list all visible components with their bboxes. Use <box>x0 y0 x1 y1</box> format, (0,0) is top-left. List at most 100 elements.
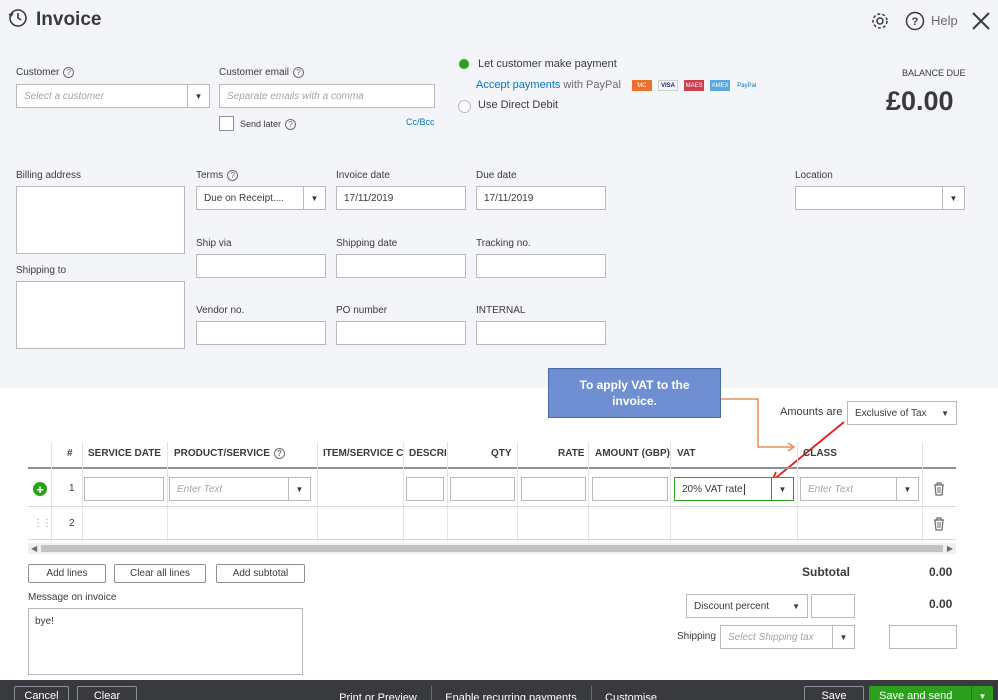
chevron-down-icon: ▼ <box>896 478 918 500</box>
table-row <box>28 507 956 540</box>
customer-email-field[interactable]: Separate emails with a comma <box>219 84 435 108</box>
add-row-icon[interactable]: + <box>33 482 47 496</box>
shipping-label: Shipping <box>677 631 716 642</box>
svg-text:?: ? <box>912 16 919 28</box>
shipping-address-field[interactable] <box>16 281 185 349</box>
trash-icon[interactable] <box>933 482 945 499</box>
chevron-down-icon[interactable]: ▼ <box>971 686 993 700</box>
accept-payments-row: Accept payments with PayPal MC VISA MAES… <box>476 79 756 91</box>
rate-input[interactable] <box>521 477 586 501</box>
po-number-field[interactable] <box>336 321 466 345</box>
scroll-left-icon[interactable]: ◀ <box>31 544 37 553</box>
invoice-date-label: Invoice date <box>336 170 390 181</box>
vat-select[interactable]: 20% VAT rate ▼ <box>674 477 794 501</box>
text-cursor <box>743 483 745 495</box>
description-input[interactable] <box>406 477 444 501</box>
col-description: DESCRI <box>409 448 447 459</box>
info-icon: ? <box>63 67 75 78</box>
col-service-date: SERVICE DATE <box>88 448 161 459</box>
tracking-field[interactable] <box>476 254 606 278</box>
location-select[interactable]: ▼ <box>795 186 965 210</box>
service-date-input[interactable] <box>84 477 164 501</box>
direct-debit-label: Use Direct Debit <box>478 99 559 111</box>
shipping-date-field[interactable] <box>336 254 466 278</box>
scrollbar-thumb[interactable] <box>41 545 943 552</box>
close-icon[interactable] <box>970 10 992 35</box>
customer-label: Customer? <box>16 67 75 78</box>
chevron-down-icon: ▼ <box>832 626 854 648</box>
with-paypal-text: with PayPal <box>560 79 621 91</box>
ship-via-field[interactable] <box>196 254 326 278</box>
cc-bcc-link[interactable]: Cc/Bcc <box>406 117 435 127</box>
discount-value-input[interactable] <box>811 594 855 618</box>
info-icon: ? <box>293 67 305 78</box>
accept-payments-link[interactable]: Accept payments <box>476 79 560 91</box>
clear-button[interactable]: Clear <box>77 686 137 700</box>
shipping-amount-input[interactable] <box>889 625 957 649</box>
message-field[interactable]: bye! <box>28 608 303 675</box>
discount-type-select[interactable]: Discount percent ▼ <box>686 594 808 618</box>
subtotal-label: Subtotal <box>802 565 850 579</box>
customise-link[interactable]: Customise <box>598 688 664 700</box>
direct-debit-radio[interactable] <box>458 100 471 113</box>
help-label[interactable]: Help <box>931 13 958 28</box>
ship-via-label: Ship via <box>196 238 232 249</box>
recurring-payments-link[interactable]: Enable recurring payments <box>436 688 586 700</box>
gear-icon[interactable] <box>870 11 890 34</box>
chevron-down-icon: ▼ <box>303 187 325 209</box>
shipping-date-label: Shipping date <box>336 238 398 249</box>
customer-select[interactable]: Select a customer ▼ <box>16 84 210 108</box>
location-label: Location <box>795 170 833 181</box>
balance-due-label: BALANCE DUE <box>902 68 966 78</box>
chevron-down-icon: ▼ <box>187 85 209 107</box>
product-service-select[interactable]: Enter Text ▼ <box>169 477 311 501</box>
col-qty: QTY <box>491 448 512 459</box>
print-preview-link[interactable]: Print or Preview <box>332 688 424 700</box>
chevron-down-icon: ▼ <box>942 187 964 209</box>
invoice-date-field[interactable]: 17/11/2019 <box>336 186 466 210</box>
info-icon: ? <box>285 119 297 131</box>
col-rate: RATE <box>558 448 585 459</box>
add-subtotal-button[interactable]: Add subtotal <box>216 564 305 583</box>
billing-address-field[interactable] <box>16 186 185 254</box>
amount-input[interactable] <box>592 477 668 501</box>
customer-email-label: Customer email? <box>219 67 305 78</box>
vendor-field[interactable] <box>196 321 326 345</box>
tracking-label: Tracking no. <box>476 238 531 249</box>
chevron-down-icon: ▼ <box>288 478 310 500</box>
divider <box>431 686 432 700</box>
subtotal-value: 0.00 <box>929 565 953 579</box>
maestro-icon: MAES <box>684 79 705 91</box>
class-select[interactable]: Enter Text ▼ <box>800 477 919 501</box>
scroll-right-icon[interactable]: ▶ <box>947 544 953 553</box>
due-date-field[interactable]: 17/11/2019 <box>476 186 606 210</box>
recent-transactions-icon[interactable] <box>8 8 28 31</box>
shipping-to-label: Shipping to <box>16 265 67 276</box>
amounts-are-label: Amounts are <box>780 406 843 418</box>
add-lines-button[interactable]: Add lines <box>28 564 106 583</box>
save-button[interactable]: Save <box>804 686 864 700</box>
col-vat: VAT <box>677 448 696 459</box>
internal-label: INTERNAL <box>476 305 526 316</box>
trash-icon[interactable] <box>933 517 945 534</box>
help-icon[interactable]: ? <box>905 11 925 34</box>
shipping-tax-select[interactable]: Select Shipping tax ▼ <box>720 625 855 649</box>
col-product-service: PRODUCT/SERVICE? <box>174 448 285 459</box>
drag-handle-icon[interactable]: ⋮⋮ <box>33 518 52 529</box>
info-icon: ? <box>273 448 285 459</box>
vendor-label: Vendor no. <box>196 305 245 316</box>
qty-input[interactable] <box>450 477 515 501</box>
let-customer-pay-radio[interactable] <box>459 59 469 69</box>
terms-select[interactable]: Due on Receipt.... ▼ <box>196 186 326 210</box>
visa-icon: VISA <box>658 79 679 91</box>
horizontal-scrollbar[interactable]: ◀ ▶ <box>28 543 956 554</box>
billing-address-label: Billing address <box>16 170 82 181</box>
clear-all-lines-button[interactable]: Clear all lines <box>114 564 206 583</box>
send-later-checkbox[interactable] <box>219 116 234 131</box>
internal-field[interactable] <box>476 321 606 345</box>
paypal-icon: PayPal <box>737 82 757 89</box>
save-and-send-button[interactable]: Save and send ▼ <box>869 686 993 700</box>
save-and-send-label: Save and send <box>879 690 953 700</box>
amounts-are-select[interactable]: Exclusive of Tax ▼ <box>847 401 957 425</box>
cancel-button[interactable]: Cancel <box>14 686 69 700</box>
